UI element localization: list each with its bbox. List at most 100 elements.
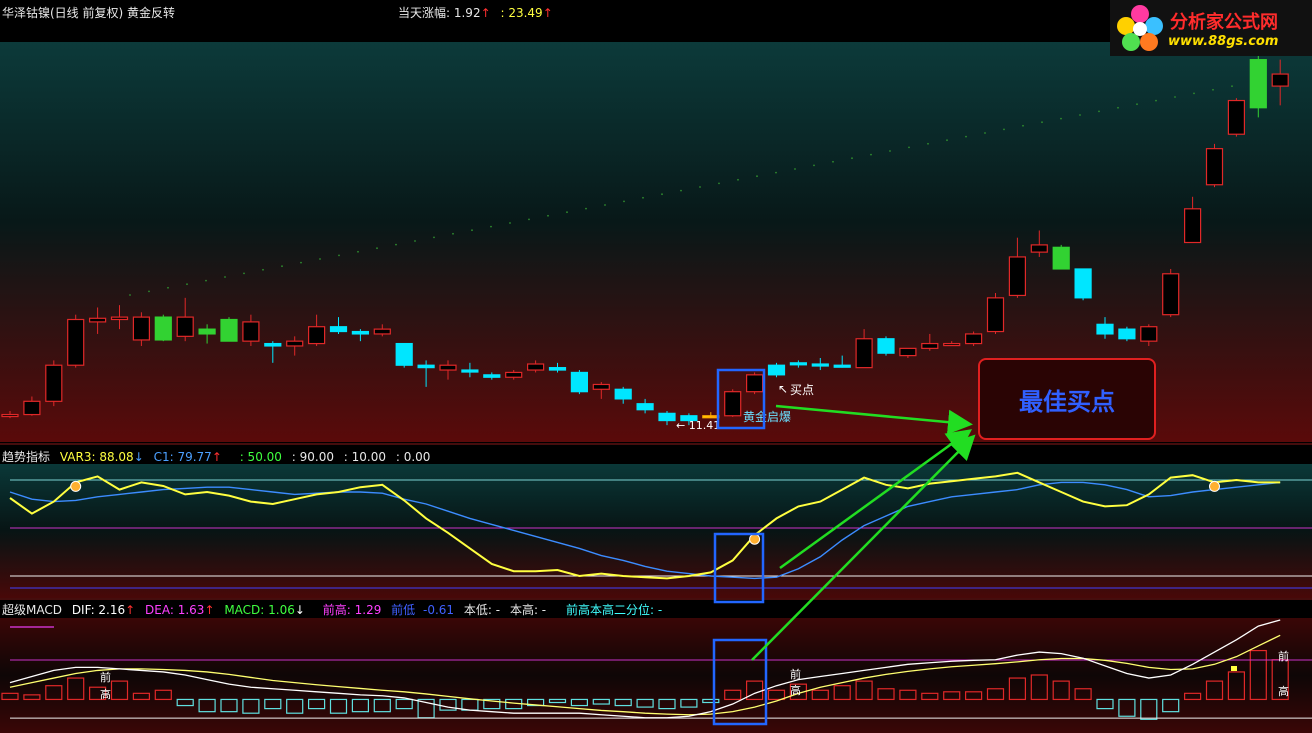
candle-body [88,317,107,323]
trend-dot [1041,121,1043,124]
trend-dot [338,254,340,257]
macd-marker-square [1231,666,1237,671]
trend-dot [1231,85,1233,88]
candle-body [154,316,172,341]
candle-body [132,316,150,341]
candle-body [724,391,742,417]
trend-dot [813,164,815,167]
trend-dot [908,146,910,149]
candle-body [548,367,567,371]
candle-body [439,364,457,371]
candle-body [329,326,348,333]
candle-body [526,363,545,371]
trend-dot [737,178,739,181]
main-panel-title: 华泽钴镍(日线 前复权) 黄金反转 [2,6,175,20]
candle-body [745,374,764,393]
this-high-value: 本高: - [509,603,547,617]
candle-body [417,364,435,369]
trend-dot [832,160,834,163]
macd-marker-a-left: 前 [100,670,111,684]
trend-dot [680,189,682,192]
prev-low-value: -0.61 [423,603,455,617]
trend-dot [357,250,359,253]
candle-body [176,316,194,337]
trend-dot [1098,110,1100,113]
logo-name: 分析家公式网 [1170,12,1278,33]
candle-body [570,371,589,393]
level-10: : 10.00 [343,450,387,464]
candle-body [833,364,851,368]
trend-dot [224,276,226,278]
trend-dot [281,265,283,268]
level-0: : 0.00 [395,450,431,464]
macd-marker-b-left: 高 [100,687,111,701]
trend-dot [433,236,435,239]
trend-dot [509,222,511,224]
site-logo: 分析家公式网 www.88gs.com [1110,0,1312,56]
candle-body [1205,148,1224,186]
down-arrow-icon: ↓ [133,450,144,464]
c1-value: C1: 79.77 [153,450,212,464]
daily-change-label: 当天涨幅: 1.92 [398,6,481,20]
trend-dot [262,268,264,271]
trend-dot [1003,128,1005,131]
daily-change-readout: 当天涨幅: 1.92↑ : 23.49↑ [398,4,559,21]
candle-body [789,362,808,366]
candle-body [1227,99,1246,135]
trend-dot [851,157,853,160]
trend-dot [395,243,397,246]
buy-point-label: ↖ [778,382,788,396]
up-arrow-icon: ↑ [204,603,215,617]
trend-dot [1193,92,1195,95]
candle-body [395,342,413,366]
trend-dot [1022,124,1024,127]
candle-body [1,413,19,418]
gem-marker [70,480,82,492]
trend-dot [794,168,796,170]
trend-dot [585,207,587,210]
trend-dot [756,175,758,178]
candle-body [1183,208,1202,244]
candle-body [1096,323,1114,335]
candle-body [1008,256,1027,297]
level-90: : 90.00 [291,450,334,464]
this-low-value: 本低: - [463,603,501,617]
trend-dot [642,196,644,199]
macd-panel-bg [0,618,1312,733]
candle-body [286,340,304,347]
trend-dot [414,240,416,242]
macd-marker-a-right: 前 [1278,649,1289,663]
up-arrow-icon: ↑ [480,6,491,20]
trend-dot [471,229,473,232]
down-arrow-icon: ↓ [294,603,305,617]
candle-body [614,388,632,400]
candle-body [264,342,282,347]
up-arrow-icon: ↑ [125,603,136,617]
daily-change-value: : 23.49 [500,6,543,20]
trend-dot [1079,114,1081,116]
candle-body [23,400,41,416]
gem-marker [1209,480,1220,492]
chart-window: ↖ 买点 黄金启爆 ← 11.41 前 高 前 高 前 高 华泽钴镍(日线 前复… [0,0,1312,733]
candle-body [45,364,63,402]
trend-dot [319,258,321,260]
macd-marker-b-right: 高 [1278,684,1289,698]
candle-body [242,321,260,342]
candle-body [1052,246,1070,270]
trend-dot [984,132,986,134]
macd-marker-a: 前 [790,667,801,681]
trend-dot [889,150,891,152]
candle-body [658,412,676,422]
trend-dot [1136,103,1138,106]
prev-low-label: 前低 [391,603,416,617]
candle-body [592,383,610,390]
dif-value: DIF: 2.16 [71,603,126,617]
trend-dot [1174,96,1176,98]
trend-dot [566,211,568,214]
candle-body [1074,268,1092,299]
candle-body [921,342,939,349]
trend-dot [699,186,701,188]
trend-dot [604,204,606,206]
candle-body [461,369,479,373]
candle-body [351,330,369,335]
